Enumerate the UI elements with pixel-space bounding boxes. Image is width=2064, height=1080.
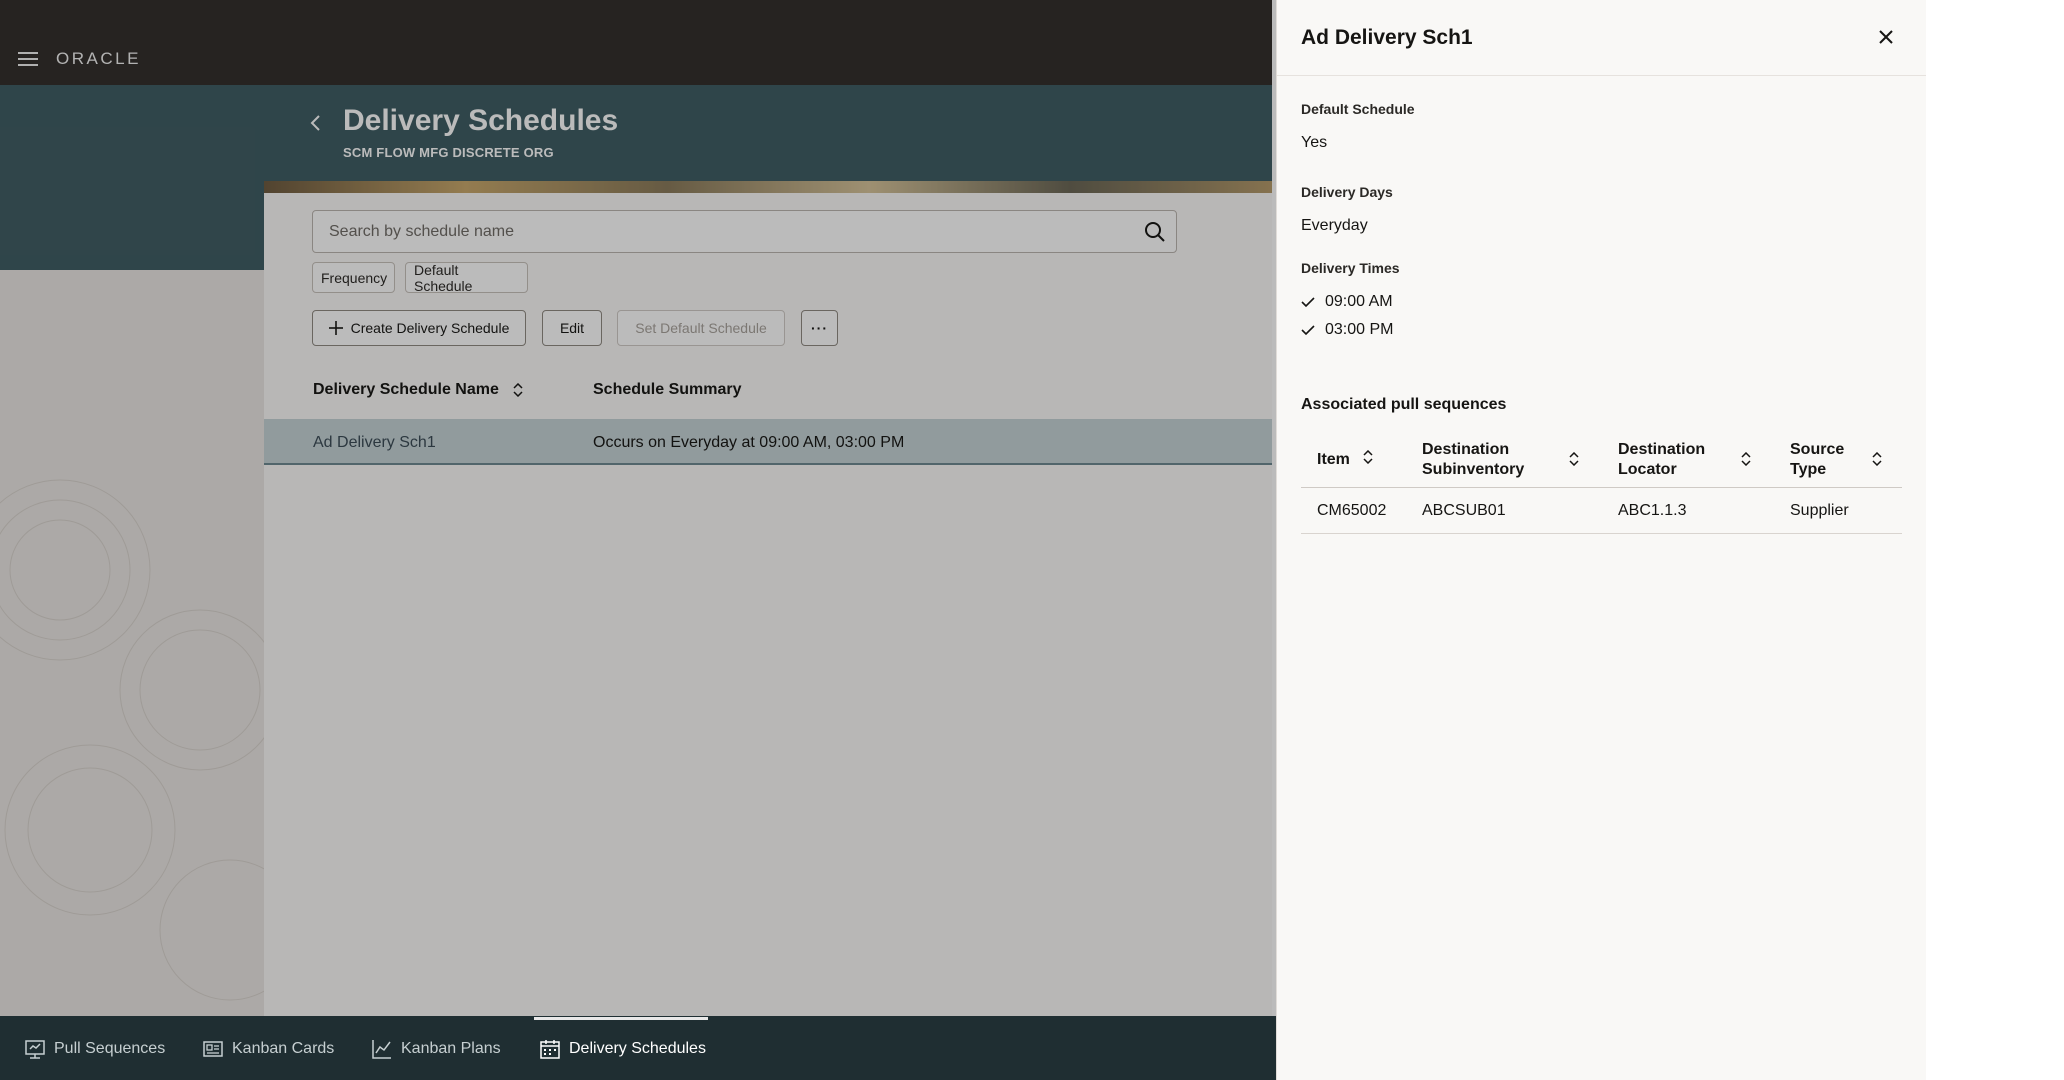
modal-overlay[interactable] — [0, 0, 1276, 1080]
calendar-icon — [540, 1040, 560, 1059]
table-row[interactable]: CM65002 ABCSUB01 ABC1.1.3 Supplier — [1301, 488, 1902, 534]
kanban-cards-icon — [203, 1041, 223, 1057]
delivery-time-value: 09:00 AM — [1325, 293, 1393, 310]
sort-icon[interactable] — [1741, 452, 1751, 466]
nav-label: Kanban Cards — [232, 1040, 335, 1057]
sort-icon[interactable] — [1363, 450, 1373, 464]
column-header-item[interactable]: Item — [1317, 450, 1373, 470]
drawer-title: Ad Delivery Sch1 — [1301, 26, 1473, 49]
empty-margin — [1926, 0, 2064, 1080]
delivery-time-item: 09:00 AM — [1301, 293, 1393, 311]
nav-pull-sequences[interactable]: Pull Sequences — [24, 1018, 165, 1080]
pull-sequences-table: Item Destination Subinventory Destinatio… — [1301, 438, 1902, 534]
default-schedule-label: Default Schedule — [1301, 101, 1415, 117]
column-header-label: Locator — [1618, 461, 1677, 478]
column-header-label: Subinventory — [1422, 461, 1525, 478]
checkmark-icon — [1301, 297, 1315, 308]
column-header-label: Destination — [1618, 441, 1706, 458]
column-header-source-type[interactable]: Source Type — [1790, 440, 1882, 480]
detail-drawer: Ad Delivery Sch1 Default Schedule Yes De… — [1276, 0, 1927, 1080]
kanban-plans-icon — [372, 1040, 391, 1059]
nav-delivery-schedules[interactable]: Delivery Schedules — [539, 1018, 706, 1080]
column-header-label: Source — [1790, 441, 1845, 458]
checkmark-icon — [1301, 325, 1315, 336]
sort-icon[interactable] — [1569, 452, 1579, 466]
pull-sequences-icon — [25, 1040, 45, 1059]
cell-subinventory: ABCSUB01 — [1422, 502, 1506, 519]
column-header-label: Destination — [1422, 441, 1510, 458]
column-header-label: Type — [1790, 461, 1827, 478]
nav-kanban-cards[interactable]: Kanban Cards — [202, 1018, 334, 1080]
close-icon[interactable] — [1877, 28, 1895, 46]
associated-pull-sequences-title: Associated pull sequences — [1301, 396, 1507, 413]
sort-icon[interactable] — [1872, 452, 1882, 466]
nav-label: Pull Sequences — [54, 1040, 166, 1057]
column-header-label: Item — [1317, 451, 1350, 468]
cell-source-type: Supplier — [1790, 502, 1849, 519]
column-header-destination-locator[interactable]: Destination Locator — [1618, 440, 1751, 480]
nav-label: Delivery Schedules — [569, 1040, 706, 1057]
delivery-days-value: Everyday — [1301, 217, 1368, 234]
drawer-divider — [1277, 75, 1927, 76]
delivery-times-label: Delivery Times — [1301, 260, 1400, 276]
delivery-days-label: Delivery Days — [1301, 184, 1393, 200]
nav-kanban-plans[interactable]: Kanban Plans — [371, 1018, 501, 1080]
delivery-time-item: 03:00 PM — [1301, 321, 1393, 339]
default-schedule-value: Yes — [1301, 134, 1328, 151]
column-header-destination-subinventory[interactable]: Destination Subinventory — [1422, 440, 1579, 480]
cell-item: CM65002 — [1317, 502, 1387, 519]
delivery-time-value: 03:00 PM — [1325, 321, 1394, 338]
table-header-row: Item Destination Subinventory Destinatio… — [1301, 438, 1902, 488]
nav-label: Kanban Plans — [401, 1040, 501, 1057]
cell-locator: ABC1.1.3 — [1618, 502, 1687, 519]
